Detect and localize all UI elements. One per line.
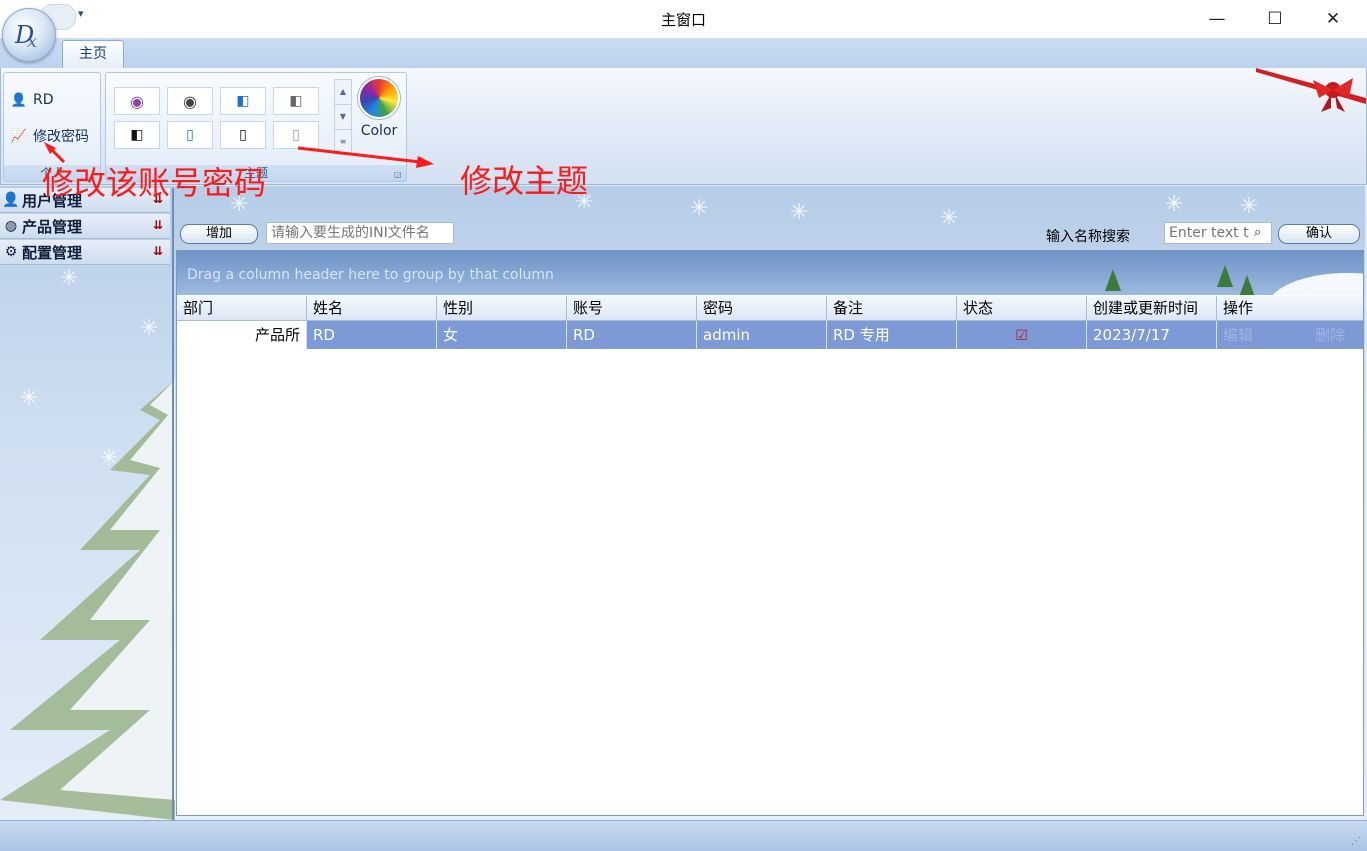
nav-item-label: 产品管理 — [22, 217, 83, 236]
ini-filename-input[interactable] — [266, 222, 454, 244]
snow-hill — [1267, 273, 1363, 295]
minimize-button[interactable]: — — [1194, 4, 1240, 34]
cell-note[interactable]: RD 专用 — [827, 321, 957, 349]
cell-updated[interactable]: 2023/7/17 — [1087, 321, 1217, 349]
cell-name[interactable]: RD — [307, 321, 437, 349]
gear-icon: ⚙ — [4, 244, 18, 260]
cell-dept[interactable]: 产品所 — [177, 321, 307, 349]
column-header-actions[interactable]: 操作 — [1217, 296, 1363, 320]
column-header-updated[interactable]: 创建或更新时间 — [1087, 296, 1217, 320]
check-icon[interactable]: ☑ — [1015, 328, 1028, 344]
column-header-status[interactable]: 状态 — [957, 296, 1087, 320]
status-bar: ⋰ — [0, 820, 1367, 851]
navigation-panel: 👤 用户管理 ⇊ ◍ 产品管理 ⇊ ⚙ 配置管理 ⇊ — [0, 188, 174, 820]
edit-link[interactable]: 编辑 — [1223, 321, 1253, 349]
annotation-password: 修改该账号密码 — [42, 164, 267, 202]
cell-password[interactable]: admin — [697, 321, 827, 349]
group-hint: Drag a column header here to group by th… — [187, 267, 554, 283]
cell-gender[interactable]: 女 — [437, 321, 567, 349]
column-header-note[interactable]: 备注 — [827, 296, 957, 320]
data-grid: Drag a column header here to group by th… — [176, 250, 1364, 816]
search-icon[interactable]: ⌕ — [1254, 225, 1261, 240]
annotation-theme: 修改主题 — [460, 162, 589, 200]
column-header-gender[interactable]: 性别 — [437, 296, 567, 320]
cell-account[interactable]: RD — [567, 321, 697, 349]
add-button[interactable]: 增加 — [180, 224, 258, 244]
nav-item-config-management[interactable]: ⚙ 配置管理 ⇊ — [0, 240, 170, 265]
maximize-button[interactable]: ☐ — [1252, 4, 1298, 34]
nav-item-label: 配置管理 — [22, 243, 83, 262]
pine-tree-icon — [1217, 265, 1233, 287]
expand-icon[interactable]: ⇊ — [150, 243, 166, 259]
ribbon-bow-decoration-icon — [1256, 68, 1366, 112]
column-header-account[interactable]: 账号 — [567, 296, 697, 320]
nav-item-product-management[interactable]: ◍ 产品管理 ⇊ — [0, 214, 170, 239]
user-icon: 👤 — [2, 192, 20, 208]
grid-toolbar: 增加 输入名称搜索 ⌕ 确认 — [176, 218, 1362, 250]
pine-tree-icon — [1105, 269, 1121, 291]
confirm-button[interactable]: 确认 — [1278, 224, 1360, 244]
close-button[interactable]: ✕ — [1310, 4, 1356, 34]
column-header-dept[interactable]: 部门 — [177, 296, 307, 320]
cell-actions: 编辑 删除 — [1217, 321, 1363, 349]
column-header-name[interactable]: 姓名 — [307, 296, 437, 320]
cell-status[interactable]: ☑ — [957, 321, 1087, 349]
column-header-password[interactable]: 密码 — [697, 296, 827, 320]
table-row[interactable]: 产品所 RD 女 RD admin RD 专用 ☑ 2023/7/17 编辑 删… — [177, 321, 1363, 349]
group-by-panel[interactable]: Drag a column header here to group by th… — [177, 251, 1363, 295]
pine-tree-icon — [1239, 275, 1255, 295]
expand-icon[interactable]: ⇊ — [150, 217, 166, 233]
resize-grip-icon[interactable]: ⋰ — [1351, 836, 1361, 847]
search-label: 输入名称搜索 — [1046, 229, 1130, 245]
product-icon: ◍ — [4, 218, 18, 234]
column-headers: 部门 姓名 性别 账号 密码 备注 状态 创建或更新时间 操作 — [177, 296, 1363, 321]
delete-link[interactable]: 删除 — [1315, 321, 1345, 349]
